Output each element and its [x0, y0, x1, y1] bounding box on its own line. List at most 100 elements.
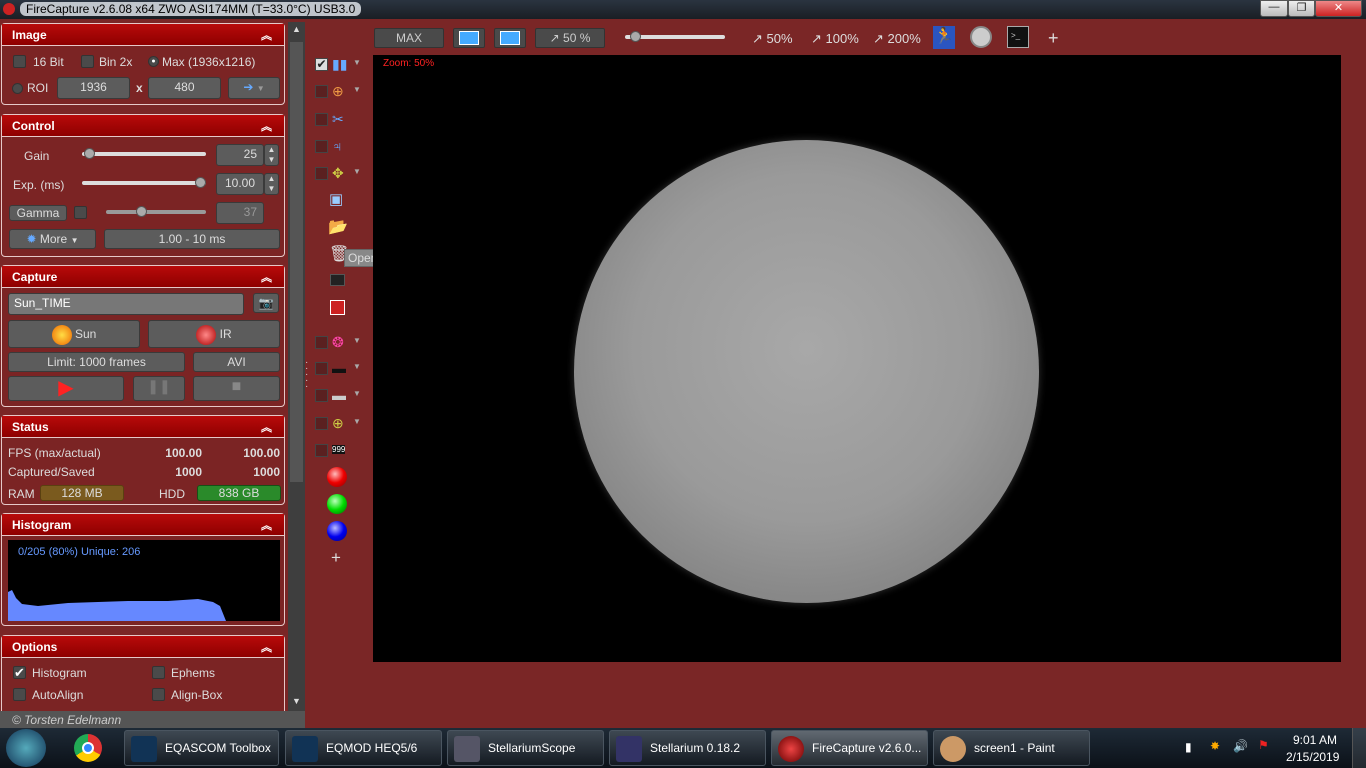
taskbar-item-stellariumscope[interactable]: StellariumScope [447, 730, 604, 766]
collapse-icon[interactable]: ︽ [261, 269, 272, 285]
zoom-slider[interactable] [625, 31, 725, 42]
collapse-icon[interactable]: ︽ [261, 118, 272, 134]
run-script-button[interactable]: 🏃 [933, 26, 955, 49]
left-scrollbar[interactable]: ▲ ▼ [288, 22, 305, 711]
tool-reticle[interactable]: ⊕ ▼ [315, 414, 365, 434]
gain-slider[interactable] [82, 148, 206, 159]
film-icon[interactable]: ▣ [329, 190, 343, 208]
minimize-button[interactable]: — [1260, 0, 1288, 17]
gamma-input[interactable]: 37 [216, 202, 264, 224]
record-icon[interactable] [330, 300, 345, 315]
collapse-icon[interactable]: ︽ [261, 517, 272, 533]
tool-counter[interactable]: 999 [315, 441, 365, 461]
start-capture-button[interactable]: ▶ [8, 376, 124, 401]
16bit-checkbox[interactable] [13, 55, 26, 68]
green-channel-icon[interactable] [327, 494, 347, 514]
camera-settings-button[interactable]: 📷 [253, 293, 279, 313]
options-panel-header[interactable]: Options ︽ [2, 636, 284, 658]
roi-width-input[interactable]: 1936 [57, 77, 130, 99]
roi-apply-dropdown[interactable]: ➔ ▼ [228, 77, 280, 99]
zoom-200-button[interactable]: ↗ 200% [873, 31, 921, 47]
add-toolbar-button[interactable]: + [1048, 28, 1059, 49]
gamma-button[interactable]: Gamma [9, 205, 67, 221]
zoom-dropdown[interactable]: ↗ 50 % [535, 28, 605, 48]
alignbox-checkbox[interactable] [152, 688, 165, 701]
tool-color[interactable]: ❂ ▼ [315, 333, 365, 353]
taskbar-item-eqascom[interactable]: EQASCOM Toolbox [124, 730, 279, 766]
capture-panel: Capture ︽ Sun_TIME 📷 Sun IR Limit: 1000 f… [1, 265, 285, 407]
histogram-panel-header[interactable]: Histogram ︽ [2, 514, 284, 536]
tool-align[interactable]: ✥ ▼ [315, 164, 365, 184]
image-panel-header[interactable]: Image ︽ [2, 24, 284, 46]
roi-radio[interactable] [12, 83, 23, 94]
open-folder-icon[interactable]: 📂 [328, 217, 348, 237]
stop-button[interactable]: ■ [193, 376, 280, 401]
fit-screen-button[interactable] [453, 28, 485, 48]
tool-flip[interactable]: ✂ [315, 110, 365, 130]
show-desktop-button[interactable] [1352, 728, 1366, 768]
gain-input[interactable]: 25 [216, 144, 264, 166]
taskbar-item-eqmod[interactable]: EQMOD HEQ5/6 [285, 730, 442, 766]
close-button[interactable]: ✕ [1315, 0, 1362, 17]
paint-palette-icon [940, 736, 966, 762]
maximize-button[interactable]: ❐ [1288, 0, 1315, 17]
clock-date[interactable]: 2/15/2019 [1286, 750, 1339, 764]
more-dropdown[interactable]: ✹ More ▼ [9, 229, 96, 249]
splitter-handle[interactable]: · · · · · [305, 358, 308, 392]
volume-icon[interactable]: 🔊 [1233, 739, 1248, 753]
zoom-100-button[interactable]: ↗ 100% [811, 31, 859, 47]
console-button[interactable]: >_ [1007, 26, 1029, 48]
16bit-label: 16 Bit [33, 55, 64, 69]
taskbar-item-paint[interactable]: screen1 - Paint [933, 730, 1090, 766]
collapse-icon[interactable]: ︽ [261, 639, 272, 655]
collapse-icon[interactable]: ︽ [261, 27, 272, 43]
exposure-slider[interactable] [82, 177, 206, 188]
roi-height-input[interactable]: 480 [148, 77, 221, 99]
autoalign-checkbox[interactable] [13, 688, 26, 701]
max-button[interactable]: MAX [374, 28, 444, 48]
pause-button[interactable]: ❚❚ [133, 376, 185, 401]
bin2x-checkbox[interactable] [81, 55, 94, 68]
format-button[interactable]: AVI [193, 352, 280, 372]
start-button[interactable] [6, 729, 46, 767]
taskbar-item-stellarium[interactable]: Stellarium 0.18.2 [609, 730, 766, 766]
reticle-icon: ⊕ [332, 415, 344, 431]
sun-button[interactable]: Sun [8, 320, 140, 348]
status-panel-header[interactable]: Status ︽ [2, 416, 284, 438]
gamma-slider[interactable] [106, 206, 206, 217]
power-icon[interactable]: ▮ [1185, 740, 1192, 754]
ir-button[interactable]: IR [148, 320, 280, 348]
exposure-spinner[interactable]: ▲ ▼ [264, 173, 279, 195]
network-error-icon[interactable]: ⚑ [1258, 738, 1269, 752]
scroll-thumb[interactable] [290, 42, 303, 482]
red-channel-icon[interactable] [327, 467, 347, 487]
screen-settings-button[interactable] [494, 28, 526, 48]
window-title: FireCapture v2.6.08 x64 ZWO ASI174MM (T=… [20, 2, 362, 16]
capture-panel-header[interactable]: Capture ︽ [2, 266, 284, 288]
tool-flat[interactable]: ▬ ▼ [315, 386, 365, 406]
control-panel-header[interactable]: Control ︽ [2, 115, 284, 137]
max-radio[interactable]: ● [148, 56, 159, 67]
chrome-taskbar-icon[interactable] [74, 734, 102, 762]
timer-button[interactable] [970, 26, 992, 48]
frame-limit-button[interactable]: Limit: 1000 frames [8, 352, 185, 372]
blue-channel-icon[interactable] [327, 521, 347, 541]
tool-crosshair[interactable]: ⊕ ▼ [315, 82, 365, 102]
gamma-checkbox[interactable] [74, 206, 87, 219]
tool-black[interactable]: ▬ ▼ [315, 359, 365, 379]
tool-jupiter[interactable]: ♃ [315, 137, 365, 157]
clock-time[interactable]: 9:01 AM [1293, 733, 1337, 747]
brightness-icon[interactable]: ✸ [1210, 739, 1220, 753]
zoom-50-button[interactable]: ↗ 50% [752, 31, 793, 47]
profile-input[interactable]: Sun_TIME [8, 293, 244, 315]
histogram-checkbox[interactable]: ✔ [13, 666, 26, 679]
image-viewer[interactable]: Zoom: 50% [373, 55, 1341, 662]
collapse-icon[interactable]: ︽ [261, 419, 272, 435]
dark-frame-icon[interactable] [330, 274, 345, 286]
tool-histogram[interactable]: ✔ ▮▮ ▼ [315, 55, 365, 75]
add-tool-button[interactable]: + [331, 548, 341, 568]
exposure-input[interactable]: 10.00 [216, 173, 264, 195]
taskbar-item-firecapture[interactable]: FireCapture v2.6.0... [771, 730, 928, 766]
gain-spinner[interactable]: ▲ ▼ [264, 144, 279, 166]
ephems-checkbox[interactable] [152, 666, 165, 679]
